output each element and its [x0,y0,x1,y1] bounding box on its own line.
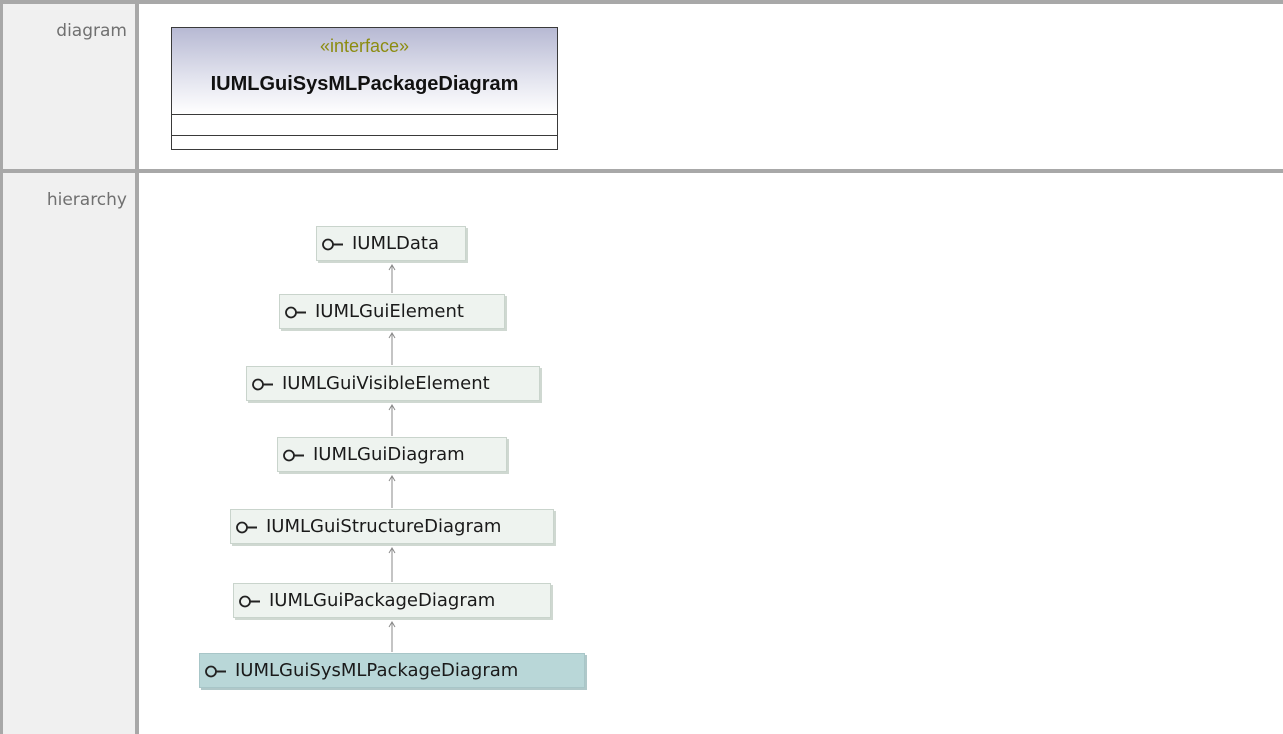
hierarchy-node-label: IUMLGuiVisibleElement [282,373,490,394]
interface-lollipop-icon [285,306,306,319]
hierarchy-node-label: IUMLGuiSysMLPackageDiagram [235,660,519,681]
hierarchy-node-label: IUMLData [352,233,440,254]
interface-lollipop-icon [239,595,260,608]
generalization-arrow [388,547,396,582]
hierarchy-node-label: IUMLGuiStructureDiagram [266,516,502,537]
interface-lollipop-icon [252,378,273,391]
generalization-arrow [388,332,396,365]
generalization-arrow [388,264,396,293]
interface-lollipop-icon [205,665,226,678]
generalization-arrow [388,475,396,508]
hierarchy-node-iumlguistructurediagram[interactable]: IUMLGuiStructureDiagram [230,509,554,544]
interface-lollipop-icon [283,449,304,462]
hierarchy-node-label: IUMLGuiDiagram [313,444,465,465]
interface-lollipop-icon [236,521,257,534]
hierarchy-node-label: IUMLGuiPackageDiagram [269,590,496,611]
hierarchy-node-iumlguipackagediagram[interactable]: IUMLGuiPackageDiagram [233,583,551,618]
interface-lollipop-icon [322,238,343,251]
generalization-arrow [388,404,396,436]
hierarchy-node-iumlguivisibleelement[interactable]: IUMLGuiVisibleElement [246,366,540,401]
hierarchy-node-label: IUMLGuiElement [315,301,464,322]
documentation-table: diagram hierarchy «interface» IUMLGuiSys… [0,0,1283,734]
generalization-arrows [388,264,396,652]
generalization-arrow [388,621,396,652]
hierarchy-node-iumlguidiagram[interactable]: IUMLGuiDiagram [277,437,507,472]
hierarchy-node-iumldata[interactable]: IUMLData [316,226,466,261]
hierarchy-node-iumlguielement[interactable]: IUMLGuiElement [279,294,505,329]
hierarchy-node-iumlguisysmlpackagediagram[interactable]: IUMLGuiSysMLPackageDiagram [199,653,585,688]
